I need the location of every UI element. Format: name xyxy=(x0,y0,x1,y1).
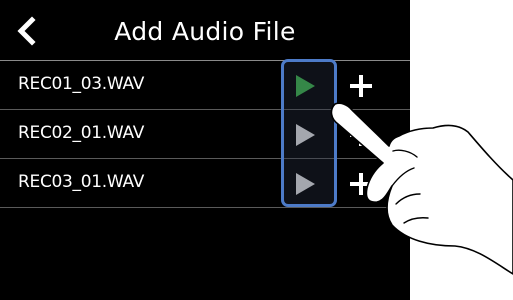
page-title: Add Audio File xyxy=(114,17,296,46)
play-icon[interactable] xyxy=(290,169,320,199)
page: Add Audio File REC01_03.WAV REC02_01.WAV xyxy=(0,0,513,300)
plus-icon[interactable] xyxy=(348,73,374,99)
plus-icon[interactable] xyxy=(348,171,374,197)
file-row: REC02_01.WAV xyxy=(0,110,410,159)
play-icon[interactable] xyxy=(290,71,320,101)
file-row: REC03_01.WAV xyxy=(0,159,410,208)
play-icon[interactable] xyxy=(290,120,320,150)
file-name: REC02_01.WAV xyxy=(18,123,145,143)
file-name: REC03_01.WAV xyxy=(18,172,145,192)
file-row: REC01_03.WAV xyxy=(0,61,410,110)
header: Add Audio File xyxy=(0,0,410,61)
device-screen: Add Audio File REC01_03.WAV REC02_01.WAV xyxy=(0,0,410,300)
plus-icon[interactable] xyxy=(348,122,374,148)
file-name: REC01_03.WAV xyxy=(18,74,145,94)
